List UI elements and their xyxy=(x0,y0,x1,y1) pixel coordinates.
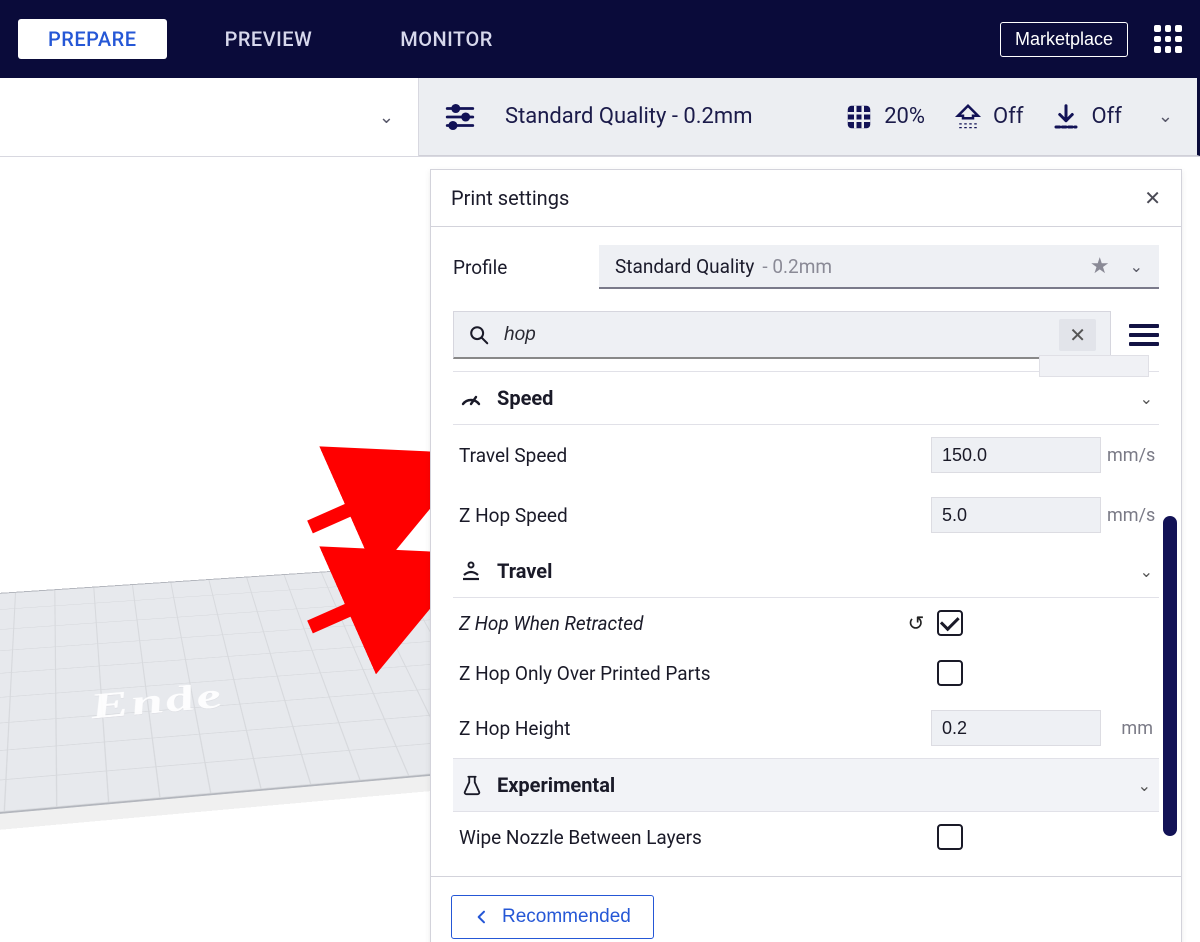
setting-z-hop-height: Z Hop Height mm xyxy=(453,698,1159,758)
setting-label: Travel Speed xyxy=(459,444,931,467)
setting-unit: mm xyxy=(1101,718,1153,739)
setting-wipe-nozzle: Wipe Nozzle Between Layers xyxy=(453,812,1159,862)
profile-label: Profile xyxy=(453,256,573,279)
speed-icon xyxy=(459,386,483,410)
infill-icon xyxy=(844,102,874,132)
section-experimental-title: Experimental xyxy=(497,773,615,797)
z-hop-retracted-checkbox[interactable] xyxy=(937,610,963,636)
profile-select[interactable]: Standard Quality - 0.2mm ★ ⌄ xyxy=(599,245,1159,289)
settings-menu-icon[interactable] xyxy=(1129,324,1159,346)
profile-name: Standard Quality xyxy=(615,255,754,278)
summary-infill-value: 20% xyxy=(884,104,925,129)
setting-label: Z Hop Speed xyxy=(459,504,931,527)
chevron-down-icon: ⌄ xyxy=(379,107,394,128)
printer-dropdown[interactable]: ⌄ xyxy=(0,78,419,156)
sliders-icon xyxy=(443,100,477,134)
setting-travel-speed: Travel Speed mm/s xyxy=(453,425,1159,485)
recommended-label: Recommended xyxy=(502,906,631,928)
chevron-down-icon[interactable]: ⌄ xyxy=(1138,776,1151,795)
setting-z-hop-printed: Z Hop Only Over Printed Parts xyxy=(453,648,1159,698)
section-travel-title: Travel xyxy=(497,559,552,583)
star-icon[interactable]: ★ xyxy=(1090,254,1110,279)
top-tabs: PREPARE PREVIEW MONITOR xyxy=(18,19,523,59)
scrollbar-thumb[interactable] xyxy=(1163,516,1177,836)
summary-adhesion-value: Off xyxy=(1091,104,1121,129)
chevron-left-icon xyxy=(474,909,490,925)
z-hop-speed-input[interactable] xyxy=(931,497,1101,533)
flask-icon xyxy=(461,774,483,796)
adhesion-icon xyxy=(1051,102,1081,132)
z-hop-height-input[interactable] xyxy=(931,710,1101,746)
settings-search[interactable]: ✕ xyxy=(453,311,1111,359)
clear-icon[interactable]: ✕ xyxy=(1059,319,1096,351)
recommended-button[interactable]: Recommended xyxy=(451,895,654,939)
setting-unit: mm/s xyxy=(1101,445,1153,466)
tab-preview[interactable]: PREVIEW xyxy=(195,19,343,59)
chevron-down-icon[interactable]: ⌄ xyxy=(1140,562,1153,581)
tab-prepare[interactable]: PREPARE xyxy=(18,19,167,59)
section-speed[interactable]: Speed ⌄ xyxy=(453,372,1159,425)
support-icon xyxy=(953,102,983,132)
panel-title: Print settings xyxy=(451,186,569,210)
setting-label: Z Hop Only Over Printed Parts xyxy=(459,662,901,685)
setting-z-hop-retracted: Z Hop When Retracted ↺ xyxy=(453,598,1159,648)
empty-field xyxy=(1039,355,1149,377)
settings-search-input[interactable] xyxy=(504,324,1045,346)
wipe-nozzle-checkbox[interactable] xyxy=(937,824,963,850)
profile-suffix: - 0.2mm xyxy=(762,255,832,278)
summary-support: Off xyxy=(953,102,1023,132)
close-icon[interactable]: ✕ xyxy=(1144,186,1161,210)
travel-icon xyxy=(459,559,483,583)
chevron-down-icon: ⌄ xyxy=(1130,257,1143,276)
travel-speed-input[interactable] xyxy=(931,437,1101,473)
section-experimental[interactable]: Experimental ⌄ xyxy=(453,758,1159,812)
panel-titlebar: Print settings ✕ xyxy=(431,170,1181,227)
subheader: ⌄ Standard Quality - 0.2mm 20% xyxy=(0,78,1200,157)
app-grid-icon[interactable] xyxy=(1154,25,1182,53)
section-speed-title: Speed xyxy=(497,386,553,410)
marketplace-button[interactable]: Marketplace xyxy=(1000,22,1128,57)
summary-adhesion: Off xyxy=(1051,102,1121,132)
setting-label: Z Hop Height xyxy=(459,717,931,740)
print-summary-bar[interactable]: Standard Quality - 0.2mm 20% Off xyxy=(419,78,1200,156)
reset-icon[interactable]: ↺ xyxy=(901,611,931,635)
setting-unit: mm/s xyxy=(1101,505,1153,526)
chevron-down-icon[interactable]: ⌄ xyxy=(1158,106,1173,127)
print-settings-panel: Print settings ✕ Profile Standard Qualit… xyxy=(430,169,1182,942)
summary-infill: 20% xyxy=(844,102,925,132)
section-travel[interactable]: Travel ⌄ xyxy=(453,545,1159,598)
summary-quality: Standard Quality - 0.2mm xyxy=(505,104,753,129)
setting-label: Wipe Nozzle Between Layers xyxy=(459,826,901,849)
top-nav: PREPARE PREVIEW MONITOR Marketplace xyxy=(0,0,1200,78)
summary-support-value: Off xyxy=(993,104,1023,129)
setting-label: Z Hop When Retracted xyxy=(459,612,901,635)
tab-monitor[interactable]: MONITOR xyxy=(370,19,523,59)
setting-z-hop-speed: Z Hop Speed mm/s xyxy=(453,485,1159,545)
chevron-down-icon[interactable]: ⌄ xyxy=(1140,389,1153,408)
search-icon xyxy=(468,324,490,346)
z-hop-printed-checkbox[interactable] xyxy=(937,660,963,686)
main-area: Ende Print settings ✕ Profile Standard Q… xyxy=(0,157,1200,942)
